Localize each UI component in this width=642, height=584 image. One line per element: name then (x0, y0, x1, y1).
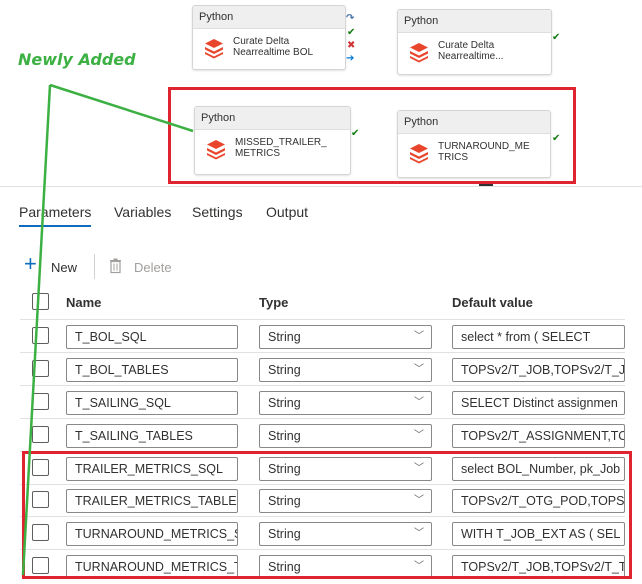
row-divider (20, 418, 625, 419)
parameter-name-input[interactable]: T_BOL_TABLES (66, 358, 238, 382)
new-parameter-button[interactable]: + New (24, 253, 84, 276)
success-check-icon[interactable]: ✔ (351, 129, 359, 139)
row-checkbox[interactable] (32, 393, 49, 410)
pipeline-canvas: Python Curate Delta Nearrealtime BOL ↷ ✔… (0, 0, 642, 186)
pane-divider (0, 186, 642, 187)
parameter-type-select[interactable]: String ﹀ (259, 358, 432, 382)
parameter-type-select[interactable]: String ﹀ (259, 325, 432, 349)
row-checkbox[interactable] (32, 360, 49, 377)
completion-arrow-icon[interactable]: ↷ (346, 14, 354, 24)
parameter-type-value: String (268, 363, 301, 377)
delete-parameter-button[interactable]: Delete (109, 258, 179, 276)
databricks-layers-icon (408, 142, 430, 164)
success-check-icon[interactable]: ✔ (552, 134, 560, 144)
chevron-down-icon: ﹀ (414, 430, 424, 441)
new-parameters-highlight-box (22, 451, 632, 579)
databricks-layers-icon (408, 41, 430, 63)
parameter-type-select[interactable]: String ﹀ (259, 424, 432, 448)
parameter-type-value: String (268, 429, 301, 443)
chevron-down-icon: ﹀ (414, 397, 424, 408)
activity-type-label: Python (193, 6, 345, 29)
parameter-default-value-input[interactable]: SELECT Distinct assignmen (452, 391, 625, 415)
parameter-default-value-input[interactable]: TOPSv2/T_JOB,TOPSv2/T_JC (452, 358, 625, 382)
column-header-name: Name (66, 295, 102, 310)
trash-icon (109, 258, 122, 278)
parameter-type-select[interactable]: String ﹀ (259, 391, 432, 415)
delete-button-label: Delete (134, 260, 172, 275)
parameter-type-value: String (268, 396, 301, 410)
header-row-divider (20, 319, 625, 320)
column-header-default-value: Default value (452, 295, 533, 310)
parameter-name-input[interactable]: T_SAILING_SQL (66, 391, 238, 415)
activity-type-label: Python (195, 107, 350, 130)
activity-turnaround-metrics[interactable]: Python TURNAROUND_ME TRICS (397, 110, 551, 178)
chevron-down-icon: ﹀ (414, 364, 424, 375)
parameter-default-value-input[interactable]: select * from ( SELECT (452, 325, 625, 349)
activity-type-label: Python (398, 111, 550, 134)
parameter-type-value: String (268, 330, 301, 344)
tab-output[interactable]: Output (266, 204, 308, 220)
activity-name: TURNAROUND_ME TRICS (438, 141, 530, 163)
databricks-layers-icon (205, 138, 227, 160)
activity-name: Curate Delta Nearrealtime BOL (233, 36, 314, 58)
tab-settings[interactable]: Settings (192, 204, 243, 220)
active-tab-indicator (19, 225, 91, 227)
parameter-name-input[interactable]: T_BOL_SQL (66, 325, 238, 349)
chevron-down-icon: ﹀ (414, 331, 424, 342)
activity-name: Curate Delta Nearrealtime... (438, 40, 504, 62)
activity-curate-delta-nearrealtime[interactable]: Python Curate Delta Nearrealtime... (397, 9, 552, 75)
tab-variables[interactable]: Variables (114, 204, 171, 220)
activity-missed-trailer-metrics[interactable]: Python MISSED_TRAILER_ METRICS (194, 106, 351, 175)
success-check-icon[interactable]: ✔ (552, 33, 560, 43)
row-divider (20, 385, 625, 386)
new-button-label: New (51, 260, 78, 275)
failure-x-icon[interactable]: ✖ (347, 41, 355, 51)
parameter-name-input[interactable]: T_SAILING_TABLES (66, 424, 238, 448)
tab-parameters[interactable]: Parameters (19, 204, 91, 220)
toolbar-separator (94, 254, 95, 279)
column-header-type: Type (259, 295, 289, 310)
newly-added-annotation: Newly Added (18, 50, 136, 69)
databricks-layers-icon (203, 37, 225, 59)
row-divider (20, 352, 625, 353)
plus-icon: + (24, 251, 37, 276)
success-check-icon[interactable]: ✔ (347, 28, 355, 38)
skip-arrow-icon[interactable]: ➔ (346, 54, 354, 64)
parameter-default-value-input[interactable]: TOPSv2/T_ASSIGNMENT,TO (452, 424, 625, 448)
row-checkbox[interactable] (32, 327, 49, 344)
activity-curate-delta-bol[interactable]: Python Curate Delta Nearrealtime BOL (192, 5, 346, 70)
activity-name: MISSED_TRAILER_ METRICS (235, 137, 327, 159)
activity-type-label: Python (398, 10, 551, 33)
select-all-checkbox[interactable] (32, 293, 49, 310)
row-checkbox[interactable] (32, 426, 49, 443)
